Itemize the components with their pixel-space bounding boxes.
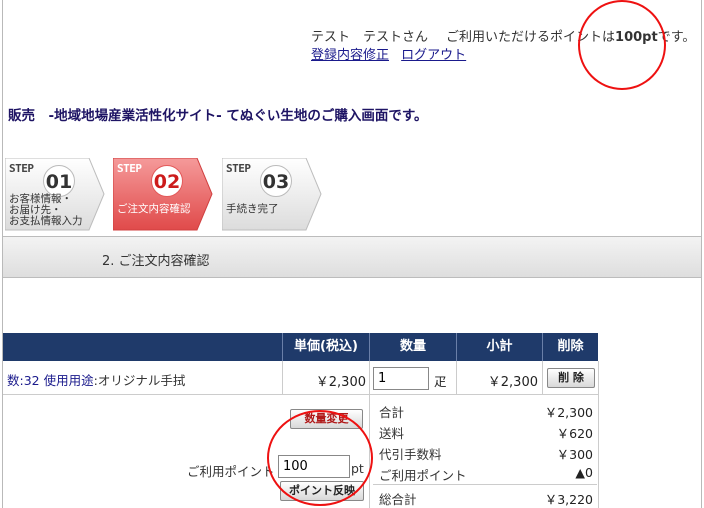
summary-grand-total-label: 総合計 <box>379 492 417 507</box>
step-number: 02 <box>151 165 183 197</box>
summary-shipping-value: ￥620 <box>556 426 593 441</box>
summary-points-label: ご利用ポイント <box>379 468 467 483</box>
summary-points-value: ▲0 <box>575 465 593 480</box>
cell-divider <box>542 361 543 395</box>
col-delete: 削除 <box>542 333 598 361</box>
annotation-circle <box>578 0 666 90</box>
page-frame: テスト テストさん ご利用いただけるポイントは100ptです。 登録内容修正 ログ… <box>2 0 702 508</box>
usage-value: :オリジナル手拭 <box>93 373 186 388</box>
step-text: お客様情報・ お届け先・ お支払情報入力 <box>9 193 83 227</box>
summary-shipping-label: 送料 <box>379 426 405 441</box>
summary-total-value: ￥2,300 <box>544 405 593 420</box>
subtotal: ￥2,300 <box>487 375 538 390</box>
quantity-input[interactable] <box>373 367 429 390</box>
summary-cod-value: ￥300 <box>556 447 593 462</box>
product-info: 数:32 使用用途:オリジナル手拭 <box>7 370 185 389</box>
delete-button[interactable]: 削 除 <box>547 368 595 388</box>
logout-link[interactable]: ログアウト <box>401 48 466 63</box>
step-01: STEP 01 お客様情報・ お届け先・ お支払情報入力 <box>5 158 105 231</box>
account-links: 登録内容修正 ログアウト <box>311 44 474 63</box>
edit-profile-link[interactable]: 登録内容修正 <box>311 48 389 63</box>
summary-total-label: 合計 <box>379 405 405 420</box>
col-quantity: 数量 <box>369 333 456 361</box>
section-title: 2. ご注文内容確認 <box>102 254 210 269</box>
product-prefix: 数:32 <box>7 373 44 388</box>
summary-separator <box>373 484 597 485</box>
page-headline: 販売 -地域地場産業活性化サイト- てぬぐい生地のご購入画面です。 <box>8 108 428 124</box>
quantity-unit: 疋 <box>434 374 447 389</box>
points-label: ご利用ポイント <box>187 464 275 479</box>
step-number: 03 <box>260 165 292 197</box>
col-unit-price: 単価(税込) <box>282 333 369 361</box>
step-label: STEP <box>9 162 34 175</box>
step-03: STEP 03 手続き完了 <box>222 158 322 231</box>
step-02: STEP 02 ご注文内容確認 <box>113 158 213 231</box>
cell-divider <box>369 361 370 395</box>
step-text: ご注文内容確認 <box>117 203 191 215</box>
step-label: STEP <box>117 162 142 175</box>
summary-cod-label: 代引手数料 <box>379 447 442 462</box>
step-text: 手続き完了 <box>226 203 279 215</box>
annotation-circle <box>267 410 373 506</box>
summary-divider-right <box>598 395 599 508</box>
usage-label: 使用用途 <box>43 373 94 388</box>
unit-price: ￥2,300 <box>315 375 366 390</box>
summary-grand-total-value: ￥3,220 <box>544 492 593 507</box>
user-name: テスト テストさん <box>311 30 429 45</box>
step-label: STEP <box>226 162 251 175</box>
col-subtotal: 小計 <box>456 333 542 361</box>
cell-divider <box>598 361 599 395</box>
